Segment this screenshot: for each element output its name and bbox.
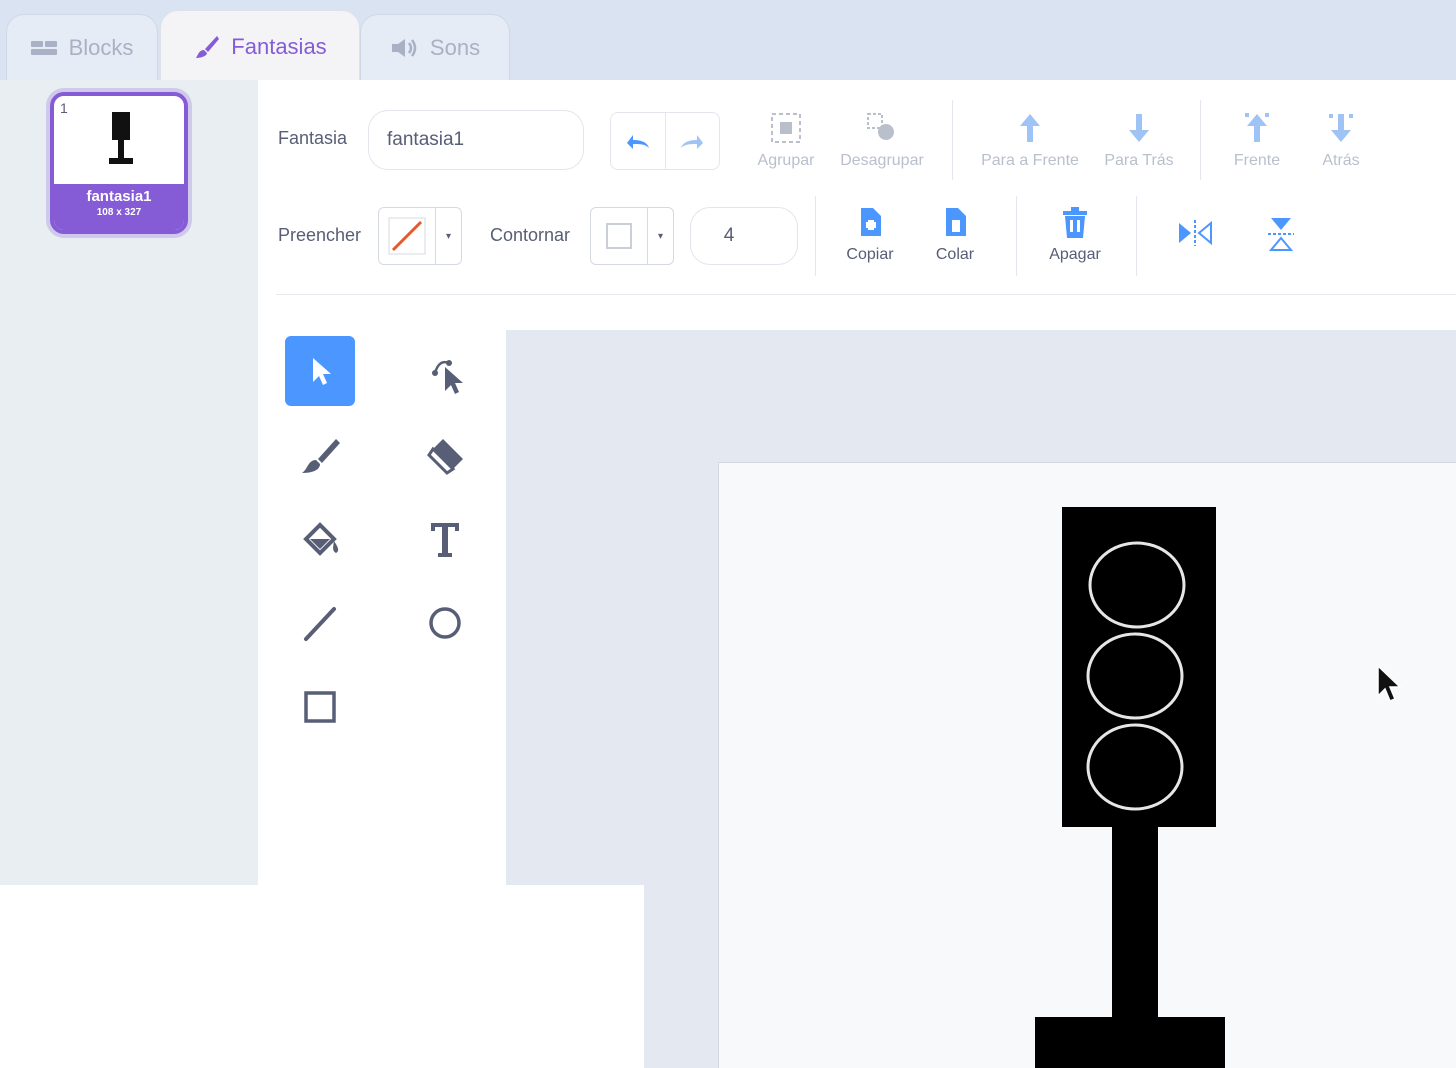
costume-size: 108 x 327	[96, 207, 142, 218]
delete-label: Apagar	[1049, 246, 1101, 263]
tool-eraser[interactable]	[410, 420, 480, 490]
arrow-to-top-icon	[1245, 113, 1269, 142]
flip-horizontal-icon	[1179, 220, 1212, 246]
tab-costumes[interactable]: Fantasias	[160, 10, 360, 82]
back-label: Atrás	[1322, 152, 1360, 169]
line-icon	[304, 607, 336, 641]
tab-blocks[interactable]: Blocks	[6, 14, 158, 80]
group-icon	[771, 113, 801, 143]
tool-rectangle[interactable]	[285, 672, 355, 742]
tool-fill[interactable]	[285, 504, 355, 574]
tab-sounds[interactable]: Sons	[360, 14, 510, 80]
ungroup-button[interactable]: Desagrupar	[834, 110, 930, 170]
tab-costumes-label: Fantasias	[231, 33, 327, 59]
arrow-up-icon	[1020, 114, 1040, 142]
arrow-cursor-icon	[313, 358, 331, 385]
redo-button[interactable]	[664, 113, 720, 169]
flip-vertical-button[interactable]	[1256, 214, 1306, 254]
flip-vertical-icon	[1268, 218, 1294, 251]
costume-label: fantasia1 108 x 327	[54, 184, 184, 230]
reshape-icon	[432, 360, 463, 394]
toolbar-separator	[276, 294, 1456, 295]
fill-bucket-icon	[303, 522, 339, 556]
toolbar-divider	[1136, 196, 1137, 276]
costume-item[interactable]: 1 fantasia1 108 x 327	[50, 92, 188, 234]
ungroup-icon	[867, 113, 894, 140]
rectangle-icon	[304, 691, 336, 723]
paste-icon	[946, 208, 966, 236]
paste-button[interactable]: Colar	[926, 206, 984, 264]
costume-name: fantasia1	[86, 188, 152, 205]
chevron-down-icon: ▾	[647, 208, 673, 264]
tool-circle[interactable]	[410, 588, 480, 658]
front-label: Frente	[1233, 152, 1281, 169]
outline-label: Contornar	[490, 225, 571, 245]
flip-horizontal-button[interactable]	[1170, 218, 1220, 248]
toolbar-divider	[815, 196, 816, 276]
tab-sounds-label: Sons	[429, 34, 481, 60]
speaker-icon	[391, 38, 417, 57]
toolbar-divider	[1200, 100, 1201, 180]
toolbar-divider	[952, 100, 953, 180]
traffic-light-drawing	[1035, 507, 1225, 1068]
copy-label: Copiar	[846, 246, 894, 263]
toolbar-divider	[1016, 196, 1017, 276]
arrow-to-bottom-icon	[1329, 114, 1353, 142]
costume-thumbnail	[109, 112, 133, 164]
mouse-pointer-icon	[1377, 664, 1402, 702]
undo-button[interactable]	[611, 113, 665, 169]
ungroup-label: Desagrupar	[840, 152, 924, 169]
backward-label: Para Trás	[1104, 152, 1174, 169]
tool-text[interactable]	[410, 504, 480, 574]
undo-icon	[626, 135, 649, 149]
backward-button[interactable]: Para Trás	[1096, 110, 1182, 170]
brush-icon	[302, 439, 340, 473]
tab-blocks-label: Blocks	[68, 34, 134, 60]
fill-swatch	[379, 208, 435, 264]
redo-icon	[681, 135, 704, 149]
paste-label: Colar	[935, 246, 975, 263]
tool-reshape[interactable]	[410, 338, 480, 408]
costume-name-label: Fantasia	[278, 128, 348, 148]
arrow-down-icon	[1129, 114, 1149, 142]
text-icon	[431, 523, 459, 557]
costume-number: 1	[60, 100, 68, 116]
brush-icon	[196, 35, 220, 58]
fill-label: Preencher	[278, 225, 362, 245]
copy-button[interactable]: Copiar	[838, 206, 902, 264]
group-button[interactable]: Agrupar	[752, 110, 820, 170]
blank-overlay	[0, 885, 644, 1068]
code-blocks-icon	[30, 40, 57, 55]
no-fill-icon	[388, 217, 426, 255]
group-label: Agrupar	[757, 152, 815, 169]
editor-tab-bar: Blocks Fantasias Sons	[0, 0, 1456, 82]
trash-icon	[1063, 207, 1087, 238]
copy-icon	[861, 208, 881, 236]
eraser-icon	[427, 439, 463, 475]
delete-button[interactable]: Apagar	[1040, 206, 1110, 264]
outline-width-input[interactable]: 4	[690, 207, 798, 265]
costume-name-input[interactable]: fantasia1	[368, 110, 584, 170]
front-button[interactable]: Frente	[1222, 110, 1292, 170]
paint-canvas[interactable]	[718, 462, 1456, 1068]
circle-icon	[429, 607, 461, 639]
undo-redo-group	[610, 112, 720, 170]
outline-color-icon	[606, 223, 632, 249]
costume-name-value: fantasia1	[387, 129, 465, 150]
back-button[interactable]: Atrás	[1306, 110, 1376, 170]
tool-line[interactable]	[285, 588, 355, 658]
outline-swatch	[591, 208, 647, 264]
tool-select[interactable]	[285, 336, 355, 406]
forward-button[interactable]: Para a Frente	[972, 110, 1088, 170]
tool-brush[interactable]	[285, 420, 355, 490]
outline-width-value: 4	[723, 225, 735, 246]
forward-label: Para a Frente	[981, 152, 1079, 169]
chevron-down-icon: ▾	[435, 208, 461, 264]
fill-color-picker[interactable]: ▾	[378, 207, 462, 265]
outline-color-picker[interactable]: ▾	[590, 207, 674, 265]
